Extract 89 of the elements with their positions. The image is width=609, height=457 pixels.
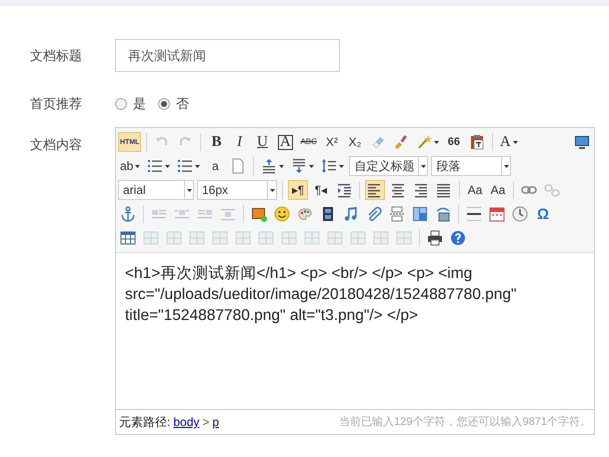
table-edit-icon: [327, 230, 343, 246]
toolbar-button[interactable]: ab: [118, 156, 142, 176]
bulleted-list-icon: [177, 158, 194, 174]
toolbar-button[interactable]: I: [229, 132, 250, 152]
table-icon: [120, 230, 136, 246]
caret-icon: [420, 164, 426, 168]
toolbar-button[interactable]: [387, 204, 407, 224]
toolbar-button[interactable]: ¶◂: [311, 180, 331, 200]
character-count: 当前已输入129个字符，您还可以输入9871个字符。: [339, 414, 591, 430]
table-edit-icon: [143, 230, 159, 246]
dropdown-select[interactable]: 自定义标题: [349, 156, 428, 176]
toolbar-button[interactable]: [272, 204, 292, 224]
film-icon: [320, 206, 336, 222]
unlink-icon: [544, 182, 560, 198]
clock-icon: [512, 206, 528, 222]
table-edit-icon: [189, 230, 205, 246]
toolbar-button[interactable]: a: [205, 156, 226, 176]
radio-button[interactable]: [115, 98, 127, 110]
toolbar-button[interactable]: ▸¶: [288, 180, 308, 200]
table-edit-icon: [350, 230, 366, 246]
picture-icon: [251, 206, 267, 222]
magic-wand-icon: [416, 134, 432, 150]
monitor-icon: [574, 134, 590, 150]
field-label: 文档标题: [30, 46, 83, 65]
anchor-icon: [120, 206, 136, 222]
table-edit-icon: [304, 230, 320, 246]
horizontal-rule-icon: [466, 206, 482, 222]
text-input[interactable]: 再次测试新闻: [115, 39, 340, 72]
music-note-icon: [343, 206, 359, 222]
caret-icon: [186, 188, 192, 192]
field-label: 文档内容: [30, 136, 83, 154]
toolbar-button[interactable]: [425, 228, 445, 248]
toolbar-button[interactable]: A: [498, 132, 520, 152]
path-link[interactable]: p: [212, 413, 220, 431]
radio-label: 是: [133, 95, 146, 114]
image-stack-icon: [435, 206, 451, 222]
toolbar-button[interactable]: Aa: [465, 180, 485, 200]
indent-icon: [336, 182, 352, 198]
toolbar-button[interactable]: Ω: [533, 204, 553, 224]
table-edit-icon: [212, 230, 228, 246]
toolbar-button[interactable]: X²: [322, 132, 342, 152]
toolbar-button[interactable]: Aa: [488, 180, 508, 200]
table-edit-icon: [396, 230, 412, 246]
brush-icon: [392, 134, 409, 150]
toolbar-button[interactable]: X₂: [344, 132, 365, 152]
line-height-icon: [321, 158, 338, 174]
numbered-list-icon: [147, 158, 164, 174]
image-center-icon: [220, 206, 236, 222]
toolbar-button[interactable]: A: [275, 132, 296, 152]
table-edit-icon: [235, 230, 251, 246]
caret-icon: [270, 188, 274, 192]
toolbar-button[interactable]: 66: [444, 132, 464, 152]
dropdown-select[interactable]: arial: [118, 180, 194, 200]
toolbar-button[interactable]: ABC: [298, 132, 319, 152]
help-icon: [450, 230, 466, 246]
radio-button[interactable]: [158, 98, 170, 110]
page-break-icon: [389, 206, 405, 222]
editor-source-text: <h1>再次测试新闻</h1> <p> <br/> </p> <p> <img src="/uploads/ueditor/image/20180428/1524887780.png" title="1524887780.png" alt="t3.png"/> </p>: [124, 264, 518, 326]
path-link[interactable]: body: [173, 413, 200, 431]
paperclip-icon: [366, 206, 382, 222]
dropdown-select[interactable]: 段落: [431, 156, 512, 176]
table-edit-icon: [258, 230, 274, 246]
toolbar-button[interactable]: [464, 204, 484, 224]
path-separator: >: [202, 414, 210, 431]
radio-label: 否: [176, 95, 189, 114]
spacing-below-icon: [291, 158, 308, 174]
table-edit-icon: [281, 230, 297, 246]
blank-page-icon: [230, 158, 246, 174]
calendar-icon: [489, 206, 505, 222]
table-edit-icon: [373, 230, 389, 246]
printer-icon: [427, 230, 443, 246]
align-left-icon: [367, 182, 383, 198]
smiley-icon: [274, 206, 290, 222]
palette-icon: [297, 206, 313, 222]
field-label: 首页推荐: [30, 95, 83, 114]
caret-icon: [504, 164, 509, 168]
toolbar-button[interactable]: U: [252, 132, 272, 152]
template-icon: [412, 206, 428, 222]
table-edit-icon: [166, 230, 182, 246]
paste-icon: [468, 134, 485, 150]
dropdown-select[interactable]: 16px: [197, 180, 277, 200]
path-label: 元素路径:: [119, 414, 170, 431]
toolbar-button[interactable]: B: [206, 132, 226, 152]
toolbar-button[interactable]: [510, 204, 530, 224]
justify-icon: [436, 182, 452, 198]
align-right-icon: [413, 182, 429, 198]
align-center-icon: [390, 182, 406, 198]
toolbar-button[interactable]: [365, 180, 385, 200]
spacing-above-icon: [261, 158, 278, 174]
